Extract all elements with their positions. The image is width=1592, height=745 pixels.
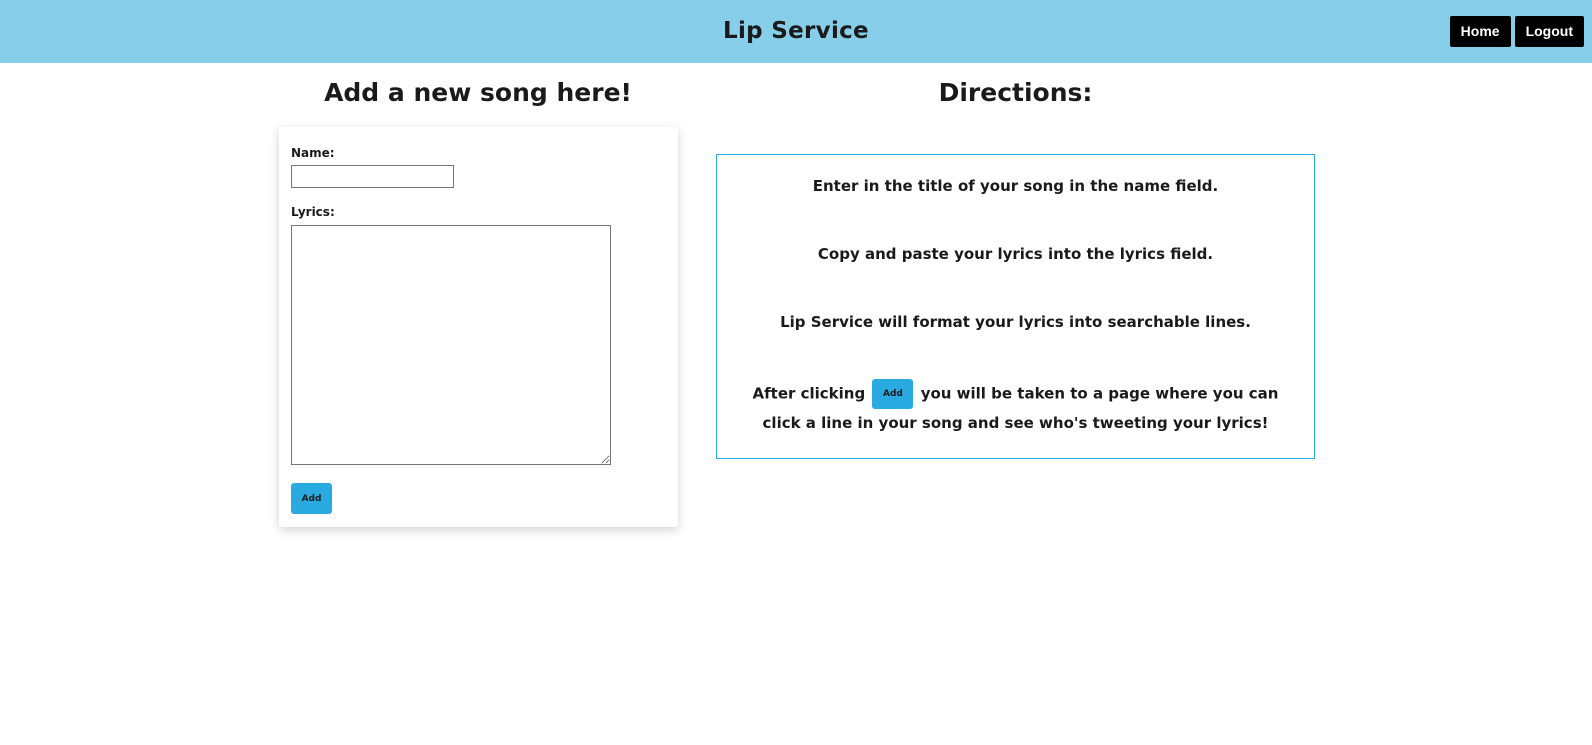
- inline-add-badge: Add: [872, 379, 914, 409]
- direction-line-2: Copy and paste your lyrics into the lyri…: [817, 245, 1214, 263]
- directions-box: Enter in the title of your song in the n…: [716, 154, 1315, 459]
- direction-line-4-before: After clicking: [752, 384, 866, 403]
- name-input[interactable]: [291, 165, 454, 188]
- lyrics-input[interactable]: [291, 225, 611, 465]
- home-button[interactable]: Home: [1449, 16, 1511, 47]
- lyrics-label: Lyrics:: [291, 205, 335, 219]
- directions-heading: Directions:: [938, 78, 1093, 107]
- add-song-form: Name: Lyrics: Add: [279, 127, 678, 527]
- direction-line-4: After clicking Add you will be taken to …: [735, 379, 1296, 437]
- navbar: Lip Service Home Logout: [0, 0, 1592, 63]
- nav-buttons: Home Logout: [1449, 16, 1584, 47]
- name-label: Name:: [291, 146, 335, 160]
- add-button[interactable]: Add: [291, 483, 332, 514]
- direction-line-3: Lip Service will format your lyrics into…: [780, 313, 1251, 331]
- logout-button[interactable]: Logout: [1514, 16, 1584, 47]
- brand-title: Lip Service: [723, 18, 869, 44]
- direction-line-1: Enter in the title of your song in the n…: [812, 177, 1219, 195]
- add-song-heading: Add a new song here!: [324, 78, 632, 107]
